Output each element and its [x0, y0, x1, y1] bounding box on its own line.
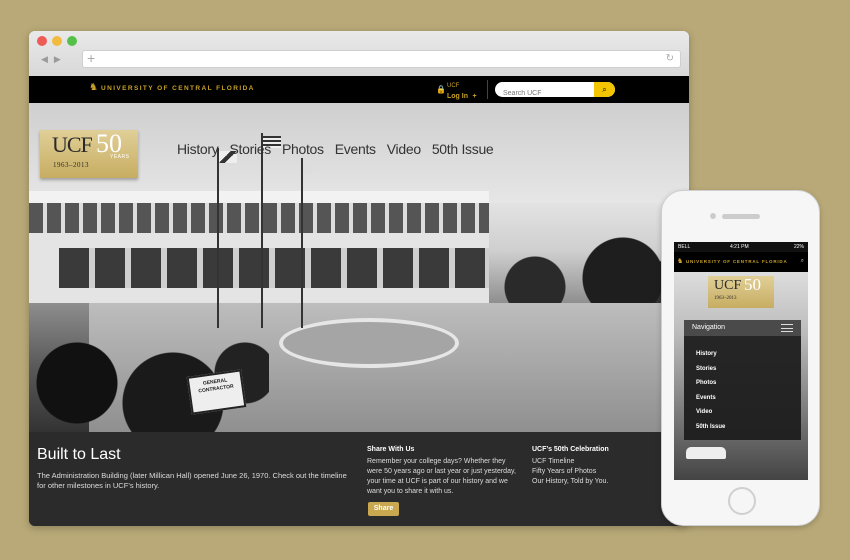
- nav-item-stories[interactable]: Stories: [229, 141, 271, 157]
- phone-nav-header[interactable]: Navigation: [684, 320, 801, 336]
- nav-item-50th-issue[interactable]: 50th Issue: [432, 141, 494, 157]
- building-arches: [59, 248, 489, 288]
- flag-pole: [217, 148, 219, 328]
- battery: 22%: [793, 244, 804, 250]
- phone-nav-photos[interactable]: Photos: [696, 376, 725, 391]
- plus-icon: +: [472, 93, 477, 100]
- fountain: [279, 318, 459, 368]
- share-text: Remember your college days? Whether they…: [367, 458, 516, 495]
- new-tab-icon[interactable]: +: [87, 49, 95, 67]
- logo-years-range: 1963–2013: [53, 161, 89, 169]
- celebration-links: UCF Timeline Fifty Years of Photos Our H…: [532, 457, 608, 487]
- divider: [487, 80, 488, 99]
- feature-description: The Administration Building (later Milli…: [37, 471, 347, 490]
- small-flag: [303, 161, 313, 173]
- pegasus-icon: ♞: [89, 82, 98, 93]
- search-input[interactable]: [495, 86, 595, 97]
- top-bar: ♞ UNIVERSITY OF CENTRAL FLORIDA 🔒 UCF Lo…: [29, 76, 689, 103]
- car: [686, 447, 726, 459]
- menu-icon[interactable]: [781, 324, 793, 332]
- back-forward-icons[interactable]: ◀▶: [35, 50, 75, 68]
- flag-pole: [261, 133, 263, 328]
- clock: 4:21 PM: [730, 244, 749, 250]
- feature-title: Built to Last: [37, 446, 121, 463]
- main-nav: History Stories Photos Events Video 50th…: [177, 141, 494, 157]
- ucf-website: ♞ UNIVERSITY OF CENTRAL FLORIDA 🔒 UCF Lo…: [29, 76, 689, 526]
- search-icon[interactable]: ⌕: [801, 258, 804, 265]
- lock-icon: 🔒: [436, 85, 446, 94]
- university-brand[interactable]: UNIVERSITY OF CENTRAL FLORIDA: [101, 84, 255, 94]
- phone-camera: [710, 213, 716, 219]
- link-ucf-timeline[interactable]: UCF Timeline: [532, 457, 608, 467]
- footer-panel: Built to Last The Administration Buildin…: [29, 432, 689, 526]
- pegasus-icon: ♞: [677, 258, 684, 265]
- celebration-heading: UCF’s 50th Celebration: [532, 446, 609, 453]
- hero-image: GENERAL CONTRACTOR UCF 50 1963–2013 YEAR…: [29, 103, 689, 432]
- login-link[interactable]: UCF Log In +: [447, 82, 477, 101]
- flag-pole: [301, 158, 303, 328]
- phone-top-bar: ♞ UNIVERSITY OF CENTRAL FLORIDA ⌕: [674, 252, 808, 272]
- minimize-window-button[interactable]: [52, 36, 62, 46]
- link-fifty-years-photos[interactable]: Fifty Years of Photos: [532, 467, 608, 477]
- search-button[interactable]: ⌕: [594, 82, 615, 97]
- link-our-history[interactable]: Our History, Told by You.: [532, 477, 608, 487]
- address-bar[interactable]: ↻: [82, 50, 681, 68]
- phone-nav-stories[interactable]: Stories: [696, 362, 725, 377]
- phone-nav-history[interactable]: History: [696, 347, 725, 362]
- nav-item-events[interactable]: Events: [335, 141, 376, 157]
- phone-brand[interactable]: UNIVERSITY OF CENTRAL FLORIDA: [686, 259, 788, 264]
- contractor-sign: GENERAL CONTRACTOR: [186, 369, 247, 415]
- phone-device: BELL 4:21 PM 22% ♞ UNIVERSITY OF CENTRAL…: [661, 190, 820, 526]
- home-button[interactable]: [728, 487, 756, 515]
- ucf50-logo[interactable]: UCF 50 1963–2013 YEARS: [40, 130, 138, 178]
- maximize-window-button[interactable]: [67, 36, 77, 46]
- share-heading: Share With Us: [367, 446, 415, 453]
- phone-status-bar: BELL 4:21 PM 22%: [674, 242, 808, 252]
- reload-icon[interactable]: ↻: [666, 51, 674, 67]
- search-box: ⌕: [495, 82, 615, 97]
- login-small-label: UCF: [447, 83, 460, 89]
- logo-ucf-text: UCF: [714, 278, 742, 293]
- share-button[interactable]: Share: [368, 502, 399, 516]
- phone-navigation: Navigation History Stories Photos Events…: [684, 320, 801, 440]
- carrier: BELL: [678, 244, 691, 250]
- phone-speaker: [722, 214, 760, 219]
- nav-item-video[interactable]: Video: [387, 141, 421, 157]
- building-windows: [29, 203, 489, 233]
- phone-nav-50th-issue[interactable]: 50th Issue: [696, 420, 725, 435]
- nav-item-history[interactable]: History: [177, 141, 219, 157]
- nav-item-photos[interactable]: Photos: [282, 141, 324, 157]
- phone-nav-list: History Stories Photos Events Video 50th…: [696, 347, 725, 434]
- logo-years-word: YEARS: [110, 154, 130, 160]
- browser-chrome: ◀▶ ↻ +: [29, 31, 689, 76]
- phone-nav-video[interactable]: Video: [696, 405, 725, 420]
- logo-ucf-text: UCF: [52, 132, 93, 157]
- browser-window: ◀▶ ↻ + ♞ UNIVERSITY OF CENTRAL FLORIDA 🔒…: [29, 31, 689, 526]
- phone-nav-events[interactable]: Events: [696, 391, 725, 406]
- login-label: Log In: [447, 93, 468, 100]
- logo-years-range: 1963–2013: [714, 296, 737, 301]
- phone-ucf50-logo[interactable]: UCF 50 1963–2013: [708, 276, 774, 308]
- logo-fifty-text: 50: [744, 275, 761, 294]
- phone-nav-heading: Navigation: [692, 324, 726, 331]
- phone-screen: BELL 4:21 PM 22% ♞ UNIVERSITY OF CENTRAL…: [674, 242, 808, 480]
- close-window-button[interactable]: [37, 36, 47, 46]
